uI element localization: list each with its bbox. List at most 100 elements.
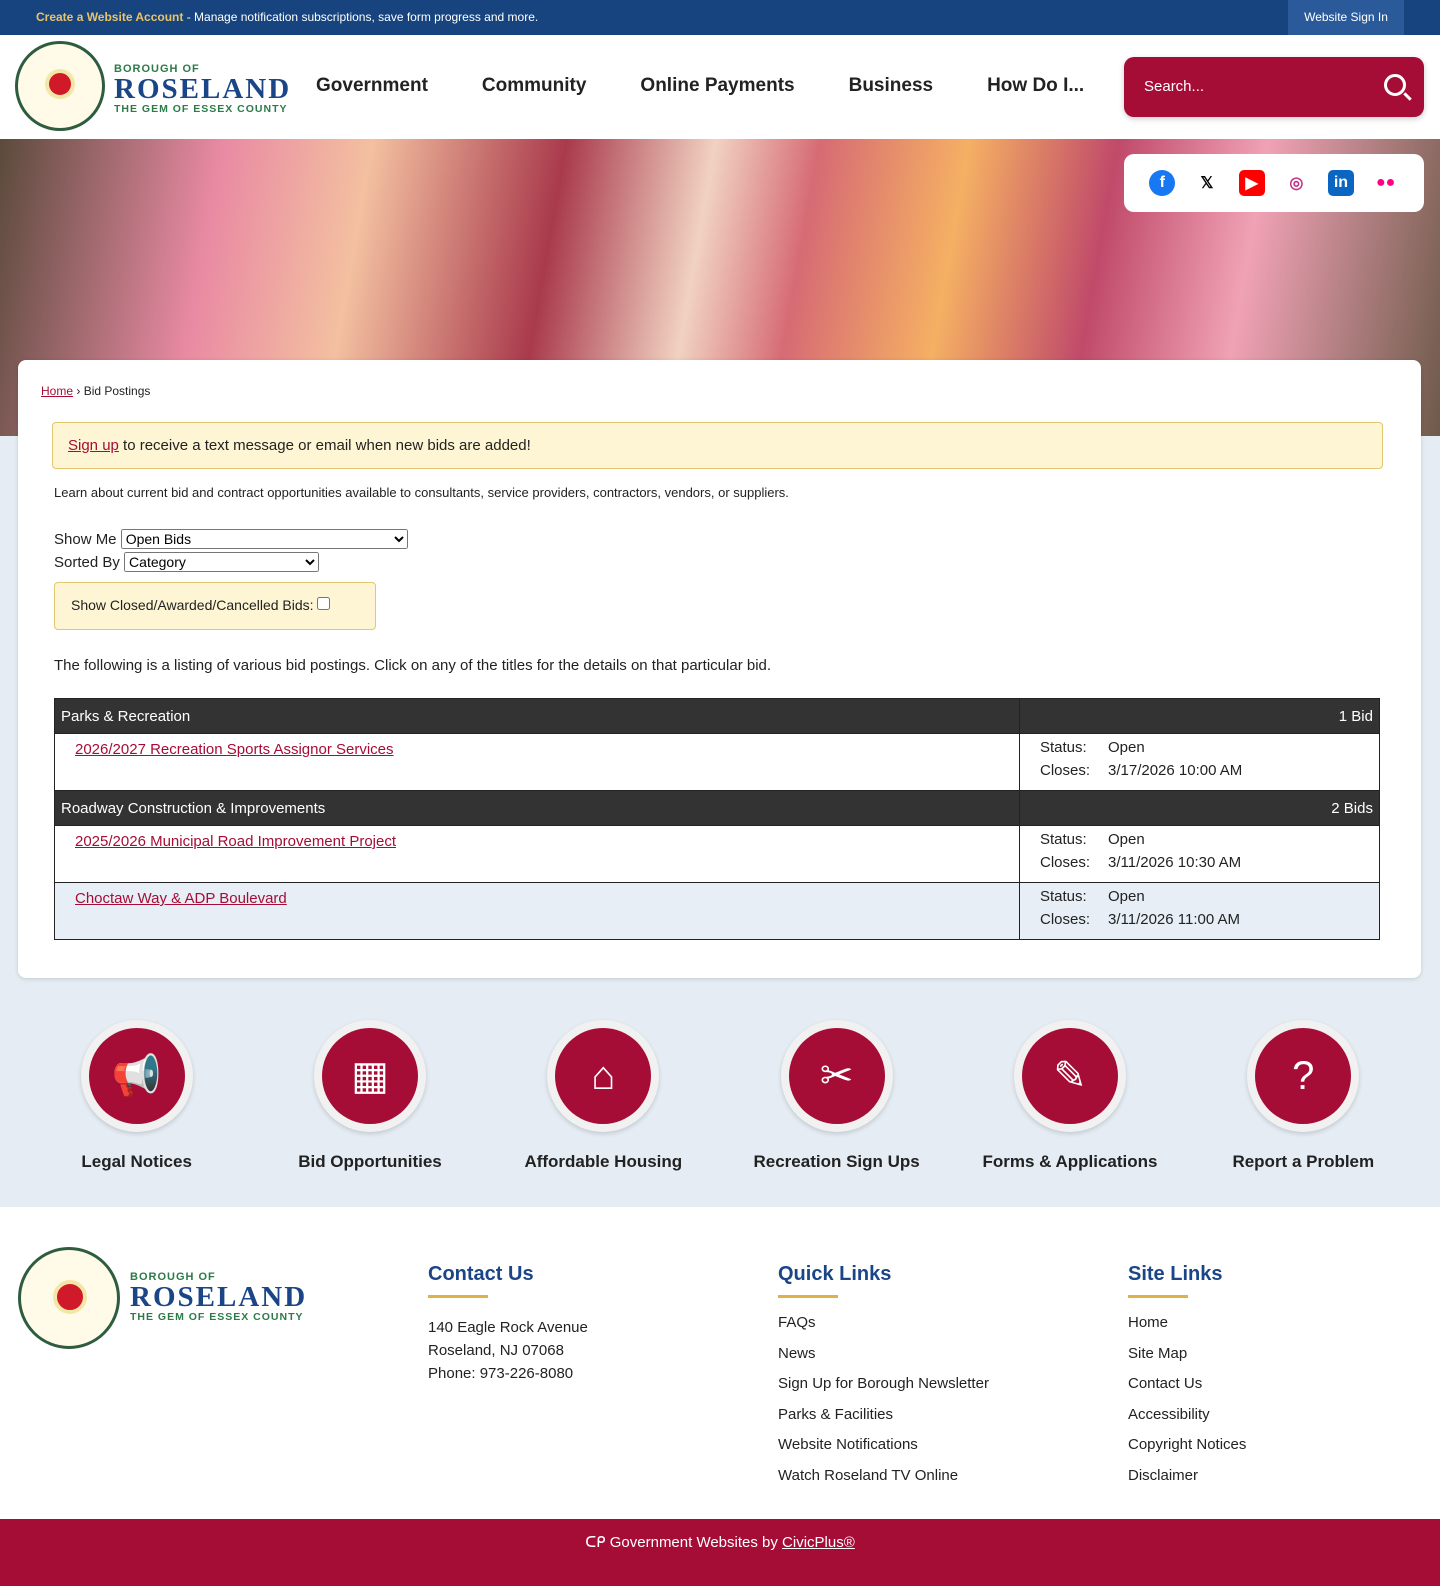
civicplus-text: Government Websites by (609, 1534, 783, 1551)
nav-item[interactable]: Online Payments (640, 75, 794, 97)
create-account-link[interactable]: Create a Website Account (36, 10, 183, 24)
site-links-heading[interactable]: Site Links (1128, 1263, 1246, 1298)
brand-tagline: THE GEM OF ESSEX COUNTY (114, 103, 288, 115)
top-bar: Create a Website Account - Manage notifi… (0, 0, 1440, 35)
main-nav: Government Community Online Payments Busine… (316, 75, 1084, 97)
contact-line: Roseland, NJ 07068 (428, 1342, 564, 1359)
website-sign-in-button[interactable]: Website Sign In (1288, 0, 1404, 35)
breadcrumb-home[interactable]: Home (41, 384, 73, 398)
filters: Show Me Open Bids Sorted By Category (54, 528, 408, 574)
quick-link-legal-notices[interactable]: 📢 Legal Notices (27, 1020, 247, 1172)
footer-site-link[interactable]: Site Map (1128, 1339, 1246, 1370)
quick-link-label: Bid Opportunities (298, 1152, 442, 1171)
bid-status: Open (1108, 739, 1145, 756)
x-icon[interactable]: 𝕏 (1194, 170, 1220, 196)
footer: BOROUGH OF ROSELAND THE GEM OF ESSEX COU… (0, 1207, 1440, 1519)
show-me-label: Show Me (54, 531, 117, 548)
quick-link-report-a-problem[interactable]: ? Report a Problem (1193, 1020, 1413, 1172)
footer-site-link[interactable]: Copyright Notices (1128, 1430, 1246, 1461)
footer-quick-link[interactable]: Website Notifications (778, 1430, 989, 1461)
nav-item[interactable]: Business (849, 75, 933, 97)
search-placeholder: Search... (1144, 78, 1205, 95)
quick-link-bid-opportunities[interactable]: ▦ Bid Opportunities (260, 1020, 480, 1172)
rose-icon (53, 1280, 87, 1314)
show-closed-label: Show Closed/Awarded/Cancelled Bids: (71, 597, 314, 613)
nav-item[interactable]: Community (482, 75, 587, 97)
footer-quick-link[interactable]: Parks & Facilities (778, 1400, 989, 1431)
sorted-by-select[interactable]: Category (124, 552, 320, 572)
show-closed-checkbox[interactable] (317, 597, 331, 610)
closes-label: Closes: (1040, 854, 1091, 871)
youtube-icon[interactable]: ▶ (1238, 170, 1265, 196)
bid-title-link[interactable]: 2026/2027 Recreation Sports Assignor Ser… (75, 741, 394, 758)
sorted-by-label: Sorted By (54, 554, 120, 571)
search-input[interactable]: Search... (1124, 57, 1424, 117)
category-name: Roadway Construction & Improvements (54, 790, 1020, 826)
linkedin-icon[interactable]: in (1327, 170, 1354, 196)
quick-links-heading[interactable]: Quick Links (778, 1263, 989, 1298)
footer-site-link[interactable]: Accessibility (1128, 1400, 1246, 1431)
bid-closes: 3/11/2026 10:30 AM (1108, 854, 1242, 871)
quick-link-label: Forms & Applications (982, 1152, 1158, 1171)
footer-contact: Contact Us 140 Eagle Rock Avenue Roseland… (428, 1263, 588, 1385)
footer-site-link[interactable]: Disclaimer (1128, 1461, 1246, 1492)
quick-link-affordable-housing[interactable]: ⌂ Affordable Housing (493, 1020, 713, 1172)
quick-link-forms-applications[interactable]: ✎ Forms & Applications (960, 1020, 1180, 1172)
footer-quick-link[interactable]: News (778, 1339, 989, 1370)
header: BOROUGH OF ROSELAND THE GEM OF ESSEX COU… (0, 35, 1440, 139)
footer-quick-link[interactable]: Watch Roseland TV Online (778, 1461, 989, 1492)
facebook-icon[interactable]: f (1149, 170, 1176, 196)
nav-item[interactable]: How Do I... (987, 75, 1084, 97)
contact-heading[interactable]: Contact Us (428, 1263, 588, 1298)
quick-link-label: Legal Notices (81, 1152, 192, 1171)
quick-link-icon: ✎ (1021, 1028, 1118, 1124)
instagram-icon[interactable]: ◎ (1283, 170, 1309, 196)
nav-item[interactable]: Government (316, 75, 428, 97)
footer-quick-link[interactable]: Sign Up for Borough Newsletter (778, 1369, 989, 1400)
sign-up-link[interactable]: Sign up (68, 437, 119, 454)
alert-text: to receive a text message or email when … (118, 437, 531, 454)
brand-name: ROSELAND (130, 1281, 308, 1313)
bids-table: Parks & Recreation 1 Bid 2026/2027 Recreat… (54, 698, 1380, 940)
status-label: Status: (1040, 888, 1087, 905)
breadcrumb: Home › Bid Postings (41, 384, 150, 398)
footer-seal-logo[interactable] (18, 1247, 120, 1349)
bid-status: Open (1108, 888, 1145, 905)
bid-status: Open (1108, 831, 1145, 848)
category-header-row: Parks & Recreation 1 Bid (54, 698, 1380, 734)
brand-wordmark[interactable]: BOROUGH OF ROSELAND THE GEM OF ESSEX COU… (114, 63, 291, 115)
footer-quick-links: Quick Links FAQs News Sign Up for Borough N… (778, 1263, 989, 1491)
quick-link-icon: ▦ (321, 1028, 418, 1124)
quick-link-icon: ? (1255, 1028, 1352, 1124)
search-icon[interactable] (1384, 74, 1406, 96)
bid-title-link[interactable]: Choctaw Way & ADP Boulevard (75, 890, 287, 907)
brand-name: ROSELAND (114, 73, 292, 105)
bid-closes: 3/17/2026 10:00 AM (1108, 762, 1243, 779)
social-links: f 𝕏 ▶ ◎ in ●● (1124, 154, 1424, 212)
quick-link-icon: ⌂ (555, 1028, 652, 1124)
civicplus-link[interactable]: CivicPlus® (782, 1534, 855, 1551)
borough-seal-logo[interactable] (15, 41, 105, 131)
content-card: Home › Bid Postings Sign up to receive a… (18, 360, 1421, 978)
account-description: - Manage notification subscriptions, sav… (183, 10, 539, 24)
category-header-row: Roadway Construction & Improvements 2 Bid… (54, 790, 1380, 826)
quick-link-icon: ✂ (788, 1028, 885, 1124)
quick-link-recreation-sign-ups[interactable]: ✂ Recreation Sign Ups (727, 1020, 947, 1172)
footer-site-link[interactable]: Contact Us (1128, 1369, 1246, 1400)
footer-quick-link[interactable]: FAQs (778, 1308, 989, 1339)
closes-label: Closes: (1040, 911, 1091, 928)
intro-text: Learn about current bid and contract opp… (54, 485, 789, 500)
footer-site-link[interactable]: Home (1128, 1308, 1246, 1339)
category-name: Parks & Recreation (54, 698, 1020, 734)
flickr-icon[interactable]: ●● (1373, 170, 1399, 196)
brand-tagline: THE GEM OF ESSEX COUNTY (130, 1311, 304, 1323)
status-label: Status: (1040, 831, 1087, 848)
quick-link-label: Affordable Housing (524, 1152, 683, 1171)
civicplus-bar: ᑕᑭ Government Websites by CivicPlus® (0, 1519, 1440, 1586)
footer-brand[interactable]: BOROUGH OF ROSELAND THE GEM OF ESSEX COU… (130, 1271, 307, 1323)
footer-site-links: Site Links Home Site Map Contact Us Accessib… (1128, 1263, 1246, 1491)
show-me-select[interactable]: Open Bids (120, 529, 408, 549)
bid-row: 2025/2026 Municipal Road Improvement Pro… (54, 825, 1380, 883)
bid-title-link[interactable]: 2025/2026 Municipal Road Improvement Pro… (75, 833, 396, 850)
breadcrumb-sep: › (73, 384, 84, 398)
